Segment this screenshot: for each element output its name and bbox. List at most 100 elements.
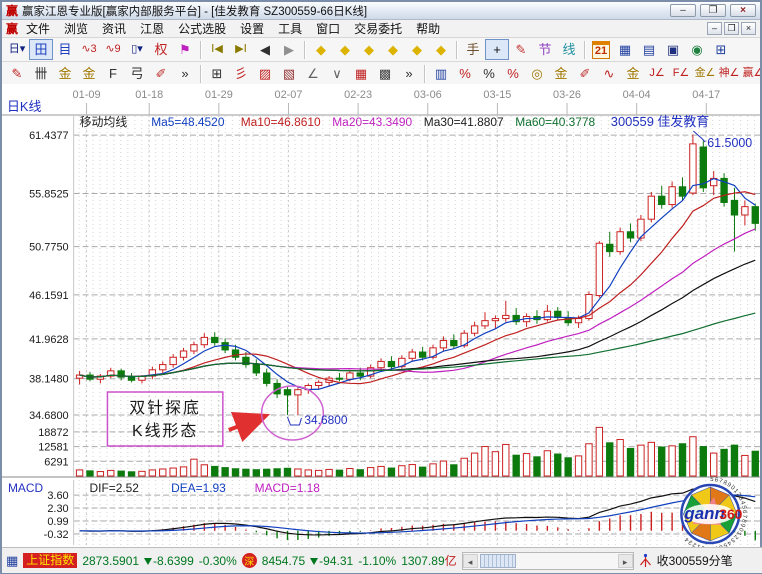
gold-comb-tool-1[interactable]: 金 bbox=[53, 63, 77, 84]
zoom-out-diamond[interactable]: ◆ bbox=[357, 39, 381, 60]
index-name-badge[interactable]: 上证指数 bbox=[23, 553, 77, 568]
prev-bar-button[interactable]: ◀ bbox=[253, 39, 277, 60]
restore-rights[interactable]: 权 bbox=[149, 39, 173, 60]
data-transfer-tool[interactable]: ⊞ bbox=[709, 39, 733, 60]
price-grid-arrow-tool[interactable]: ▩ bbox=[373, 63, 397, 84]
festival-tool[interactable]: 节 bbox=[533, 39, 557, 60]
menu-江恩[interactable]: 江恩 bbox=[134, 21, 170, 37]
price-grid-tool[interactable]: ▦ bbox=[349, 63, 373, 84]
tick-feed-status: 收300559分笔 bbox=[657, 552, 733, 569]
compress-diamond[interactable]: ◆ bbox=[405, 39, 429, 60]
menu-浏览[interactable]: 浏览 bbox=[58, 21, 94, 37]
gold-circle-tool[interactable]: ◎ bbox=[525, 63, 549, 84]
shen-angle-tool[interactable]: 神∠ bbox=[717, 63, 741, 84]
menu-资讯[interactable]: 资讯 bbox=[96, 21, 132, 37]
scroll-left-button[interactable]: ◂ bbox=[463, 554, 478, 568]
candlestick bbox=[575, 319, 581, 323]
volume-bar bbox=[523, 454, 529, 476]
crosshair-tool[interactable]: + bbox=[485, 39, 509, 60]
mdi-close-button[interactable]: × bbox=[741, 22, 756, 35]
menu-公式选股[interactable]: 公式选股 bbox=[172, 21, 232, 37]
expand-left-diamond[interactable]: ◆ bbox=[309, 39, 333, 60]
gold-line-tool-2[interactable]: 金 bbox=[621, 63, 645, 84]
gann-square-fan-tool[interactable]: ▧ bbox=[277, 63, 301, 84]
candlestick bbox=[160, 365, 166, 370]
calculator-tool[interactable]: ▦ bbox=[613, 39, 637, 60]
expand-right-diamond[interactable]: ◆ bbox=[333, 39, 357, 60]
volume-bar bbox=[139, 471, 145, 476]
fibonacci-comb-tool[interactable]: F bbox=[101, 63, 125, 84]
chart-view-toggle[interactable]: 田 bbox=[29, 39, 53, 60]
v-lines-tool[interactable]: ∨ bbox=[325, 63, 349, 84]
notepad-tool[interactable]: ▤ bbox=[637, 39, 661, 60]
chart-horizontal-scrollbar[interactable]: ◂ ▸ bbox=[462, 552, 634, 570]
next-bar-button[interactable]: ▶ bbox=[277, 39, 301, 60]
more-tools-2[interactable]: » bbox=[397, 63, 421, 84]
volume-bar bbox=[128, 472, 134, 476]
kline-chart[interactable]: 01-0901-1801-2902-0702-2303-0603-1503-26… bbox=[2, 84, 760, 547]
date-tick-label: 04-17 bbox=[692, 89, 720, 101]
web-export-tool[interactable]: ◉ bbox=[685, 39, 709, 60]
info-panel[interactable]: 目 bbox=[53, 39, 77, 60]
window-minimize-button[interactable]: – bbox=[670, 4, 696, 17]
menu-窗口[interactable]: 窗口 bbox=[310, 21, 346, 37]
window-restore-button[interactable]: ❐ bbox=[700, 4, 726, 17]
menu-文件[interactable]: 文件 bbox=[20, 21, 56, 37]
calendar-tool[interactable]: 21 bbox=[592, 41, 610, 59]
volume-bar bbox=[461, 458, 467, 476]
wave-3-tool[interactable]: ∿3 bbox=[77, 39, 101, 60]
more-tools-1[interactable]: » bbox=[173, 63, 197, 84]
sz-index-pct: -1.10% bbox=[358, 554, 396, 568]
candle-style-selector[interactable]: ▯▾ bbox=[125, 39, 149, 60]
scroll-right-button[interactable]: ▸ bbox=[618, 554, 633, 568]
marker-pen-tool[interactable]: ✐ bbox=[149, 63, 173, 84]
macd-axis-label: -0.32 bbox=[44, 529, 69, 541]
spiral-tool[interactable]: 弓 bbox=[125, 63, 149, 84]
last-page-button[interactable]: ▶Ⅰ bbox=[229, 39, 253, 60]
shenzhen-badge-icon[interactable]: 深 bbox=[242, 553, 257, 568]
draw-brush-tool[interactable]: ✎ bbox=[5, 63, 29, 84]
annotate-pen-tool[interactable]: ✎ bbox=[509, 39, 533, 60]
scroll-thumb[interactable] bbox=[480, 554, 516, 568]
mdi-restore-button[interactable]: ❐ bbox=[724, 22, 739, 35]
percent-zone-tool[interactable]: % bbox=[453, 63, 477, 84]
gann-fan-tool[interactable]: 彡 bbox=[229, 63, 253, 84]
window-close-button[interactable]: × bbox=[730, 4, 756, 17]
wave-9-tool[interactable]: ∿9 bbox=[101, 39, 125, 60]
zoom-in-diamond[interactable]: ◆ bbox=[381, 39, 405, 60]
line-tool[interactable]: 线 bbox=[557, 39, 581, 60]
gann-box-fan-tool[interactable]: ▨ bbox=[253, 63, 277, 84]
sh-index-pct: -0.30% bbox=[199, 554, 237, 568]
mdi-minimize-button[interactable]: – bbox=[707, 22, 722, 35]
volume-bar bbox=[76, 470, 82, 476]
first-page-button[interactable]: Ⅰ◀ bbox=[205, 39, 229, 60]
angle-lines-tool[interactable]: ∠ bbox=[301, 63, 325, 84]
quote-grid-icon[interactable]: ▦ bbox=[6, 553, 18, 569]
volume-bar bbox=[440, 461, 446, 476]
ying-angle-tool[interactable]: 赢∠ bbox=[741, 63, 760, 84]
chip-distribution-flag[interactable]: ⚑ bbox=[173, 39, 197, 60]
volume-bar bbox=[544, 451, 550, 476]
gold-line-tool[interactable]: 金 bbox=[549, 63, 573, 84]
gold-comb-tool-2[interactable]: 金 bbox=[77, 63, 101, 84]
gold-angle-tool[interactable]: 金∠ bbox=[693, 63, 717, 84]
measure-pen-tool[interactable]: ✐ bbox=[573, 63, 597, 84]
gann-comb-tool[interactable]: 卌 bbox=[29, 63, 53, 84]
percent-line-tool[interactable]: % bbox=[501, 63, 525, 84]
percent-tool[interactable]: % bbox=[477, 63, 501, 84]
menu-设置[interactable]: 设置 bbox=[234, 21, 270, 37]
menu-工具[interactable]: 工具 bbox=[272, 21, 308, 37]
last-high-label: 61.5000 bbox=[707, 136, 752, 150]
wave-box-tool[interactable]: ∿ bbox=[597, 63, 621, 84]
menu-交易委托[interactable]: 交易委托 bbox=[348, 21, 408, 37]
period-day-selector[interactable]: 日▾ bbox=[5, 39, 29, 60]
f-angle-tool[interactable]: F∠ bbox=[669, 63, 693, 84]
pan-hand-tool[interactable]: 手 bbox=[461, 39, 485, 60]
j-angle-tool[interactable]: J∠ bbox=[645, 63, 669, 84]
expand-diamond[interactable]: ◆ bbox=[429, 39, 453, 60]
menu-帮助[interactable]: 帮助 bbox=[410, 21, 446, 37]
stat-bars-tool[interactable]: ▥ bbox=[429, 63, 453, 84]
volume-bar bbox=[555, 454, 561, 476]
gann-box-tool[interactable]: ⊞ bbox=[205, 63, 229, 84]
save-tool[interactable]: ▣ bbox=[661, 39, 685, 60]
